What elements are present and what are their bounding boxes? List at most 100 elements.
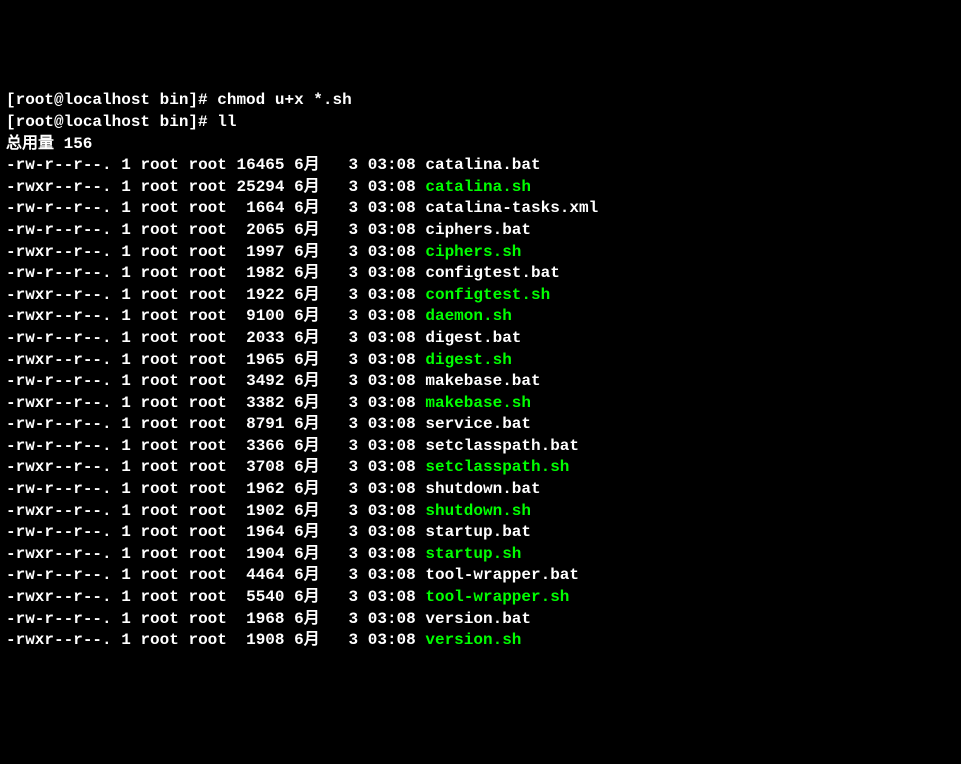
- file-owner: root: [140, 394, 178, 412]
- file-day: 3: [329, 545, 358, 563]
- file-links: 1: [121, 372, 131, 390]
- file-group: root: [188, 243, 226, 261]
- file-day: 3: [329, 372, 358, 390]
- file-row: -rwxr--r--. 1 root root 1902 6月 3 03:08 …: [6, 501, 955, 523]
- file-row: -rw-r--r--. 1 root root 1982 6月 3 03:08 …: [6, 263, 955, 285]
- terminal-output[interactable]: [root@localhost bin]# chmod u+x *.sh[roo…: [6, 90, 955, 651]
- file-links: 1: [121, 523, 131, 541]
- file-row: -rwxr--r--. 1 root root 3708 6月 3 03:08 …: [6, 457, 955, 479]
- file-time: 03:08: [368, 178, 416, 196]
- file-permissions: -rwxr--r--.: [6, 394, 112, 412]
- file-owner: root: [140, 566, 178, 584]
- command-line-2: [root@localhost bin]# ll: [6, 112, 955, 134]
- file-time: 03:08: [368, 437, 416, 455]
- file-month: 6月: [294, 264, 320, 282]
- file-day: 3: [329, 329, 358, 347]
- file-name: setclasspath.bat: [425, 437, 579, 455]
- file-group: root: [188, 394, 226, 412]
- file-group: root: [188, 307, 226, 325]
- file-size: 25294: [236, 178, 284, 196]
- file-name: service.bat: [425, 415, 531, 433]
- file-name: ciphers.bat: [425, 221, 531, 239]
- file-time: 03:08: [368, 394, 416, 412]
- file-month: 6月: [294, 415, 320, 433]
- file-group: root: [188, 156, 226, 174]
- file-size: 1965: [236, 351, 284, 369]
- file-owner: root: [140, 610, 178, 628]
- file-name: startup.bat: [425, 523, 531, 541]
- file-group: root: [188, 437, 226, 455]
- file-day: 3: [329, 307, 358, 325]
- file-size: 4464: [236, 566, 284, 584]
- file-time: 03:08: [368, 523, 416, 541]
- file-day: 3: [329, 286, 358, 304]
- file-size: 1968: [236, 610, 284, 628]
- shell-prompt: [root@localhost bin]#: [6, 91, 208, 109]
- file-links: 1: [121, 415, 131, 433]
- file-day: 3: [329, 610, 358, 628]
- file-size: 3708: [236, 458, 284, 476]
- file-permissions: -rw-r--r--.: [6, 480, 112, 498]
- file-size: 1962: [236, 480, 284, 498]
- file-owner: root: [140, 631, 178, 649]
- file-links: 1: [121, 156, 131, 174]
- file-month: 6月: [294, 372, 320, 390]
- file-name: configtest.bat: [425, 264, 559, 282]
- file-row: -rw-r--r--. 1 root root 4464 6月 3 03:08 …: [6, 565, 955, 587]
- file-links: 1: [121, 437, 131, 455]
- file-time: 03:08: [368, 415, 416, 433]
- file-owner: root: [140, 156, 178, 174]
- file-size: 3382: [236, 394, 284, 412]
- file-month: 6月: [294, 329, 320, 347]
- file-time: 03:08: [368, 243, 416, 261]
- file-links: 1: [121, 329, 131, 347]
- file-size: 1964: [236, 523, 284, 541]
- file-group: root: [188, 545, 226, 563]
- total-line: 总用量 156: [6, 134, 955, 156]
- file-time: 03:08: [368, 480, 416, 498]
- file-permissions: -rw-r--r--.: [6, 437, 112, 455]
- file-day: 3: [329, 264, 358, 282]
- file-size: 3492: [236, 372, 284, 390]
- file-group: root: [188, 221, 226, 239]
- file-name: catalina.bat: [425, 156, 540, 174]
- file-listing: -rw-r--r--. 1 root root 16465 6月 3 03:08…: [6, 155, 955, 652]
- file-links: 1: [121, 264, 131, 282]
- file-owner: root: [140, 286, 178, 304]
- file-links: 1: [121, 502, 131, 520]
- file-row: -rw-r--r--. 1 root root 16465 6月 3 03:08…: [6, 155, 955, 177]
- file-name: tool-wrapper.sh: [425, 588, 569, 606]
- file-owner: root: [140, 588, 178, 606]
- file-month: 6月: [294, 156, 320, 174]
- file-row: -rwxr--r--. 1 root root 5540 6月 3 03:08 …: [6, 587, 955, 609]
- file-month: 6月: [294, 458, 320, 476]
- file-permissions: -rwxr--r--.: [6, 545, 112, 563]
- file-name: catalina-tasks.xml: [425, 199, 598, 217]
- file-time: 03:08: [368, 307, 416, 325]
- file-owner: root: [140, 329, 178, 347]
- file-group: root: [188, 458, 226, 476]
- file-day: 3: [329, 480, 358, 498]
- file-row: -rwxr--r--. 1 root root 1908 6月 3 03:08 …: [6, 630, 955, 652]
- file-month: 6月: [294, 545, 320, 563]
- file-day: 3: [329, 243, 358, 261]
- file-name: makebase.bat: [425, 372, 540, 390]
- file-permissions: -rwxr--r--.: [6, 458, 112, 476]
- file-month: 6月: [294, 502, 320, 520]
- file-time: 03:08: [368, 286, 416, 304]
- file-size: 1908: [236, 631, 284, 649]
- file-name: setclasspath.sh: [425, 458, 569, 476]
- file-links: 1: [121, 566, 131, 584]
- file-owner: root: [140, 372, 178, 390]
- file-group: root: [188, 264, 226, 282]
- file-group: root: [188, 286, 226, 304]
- file-name: version.bat: [425, 610, 531, 628]
- command-line-1: [root@localhost bin]# chmod u+x *.sh: [6, 90, 955, 112]
- file-group: root: [188, 610, 226, 628]
- file-month: 6月: [294, 437, 320, 455]
- file-time: 03:08: [368, 264, 416, 282]
- file-row: -rwxr--r--. 1 root root 1922 6月 3 03:08 …: [6, 285, 955, 307]
- file-group: root: [188, 415, 226, 433]
- file-owner: root: [140, 415, 178, 433]
- file-size: 1997: [236, 243, 284, 261]
